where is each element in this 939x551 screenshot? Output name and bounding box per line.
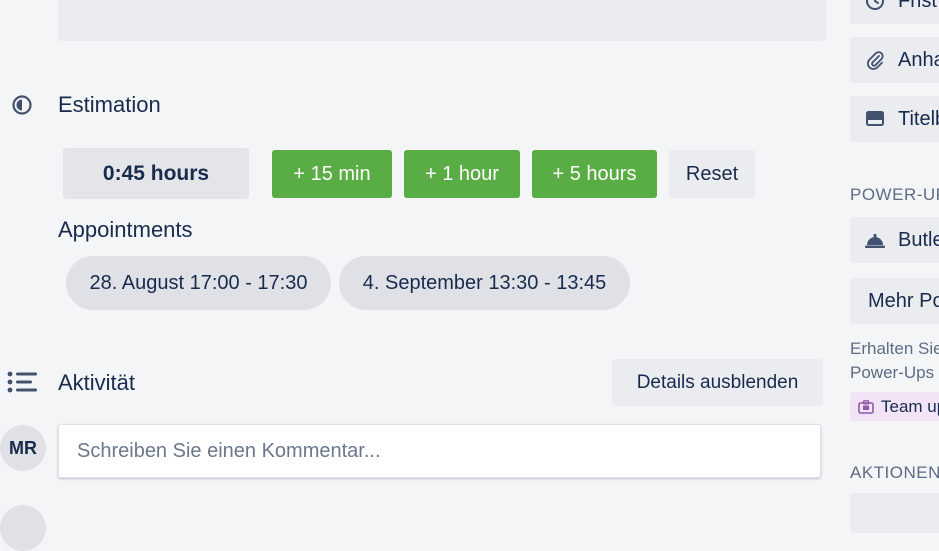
aktionen-heading: AKTIONEN	[850, 463, 939, 482]
avatar[interactable]: MR	[0, 425, 46, 471]
sidebar-item-label: Frist	[898, 0, 937, 12]
hide-details-button[interactable]: Details ausblenden	[612, 359, 823, 406]
power-ups-note: Erhalten Sie Power-Ups	[850, 337, 939, 385]
team-upgrade-badge[interactable]: Team upgrade	[850, 392, 939, 421]
reset-button[interactable]: Reset	[669, 150, 755, 198]
add-5-hours-button[interactable]: + 5 hours	[532, 150, 657, 198]
estimation-value: 0:45 hours	[63, 148, 249, 199]
sidebar-action-button[interactable]	[850, 493, 939, 533]
paperclip-icon	[864, 49, 886, 71]
power-ups-heading: POWER-UPS	[850, 185, 939, 204]
sidebar-item-label: Titelbild	[898, 107, 939, 130]
briefcase-icon	[858, 399, 874, 414]
sidebar-item-label: Butler	[898, 228, 939, 251]
power-ups-note-line: Erhalten Sie	[850, 339, 939, 358]
appointment-chip[interactable]: 4. September 13:30 - 13:45	[339, 256, 630, 310]
add-15-min-button[interactable]: + 15 min	[272, 150, 392, 198]
add-1-hour-button[interactable]: + 1 hour	[404, 150, 520, 198]
list-icon	[7, 370, 37, 394]
team-badge-label: Team upgrade	[881, 396, 939, 416]
sidebar-item-anhang[interactable]: Anhang	[850, 37, 939, 83]
description-area[interactable]	[58, 0, 826, 41]
avatar[interactable]	[0, 505, 46, 551]
more-power-ups-button[interactable]: Mehr Power-Ups	[850, 278, 939, 324]
sidebar-item-label: Anhang	[898, 48, 939, 71]
estimation-title: Estimation	[58, 92, 161, 117]
clock-icon	[864, 0, 886, 12]
butler-bell-icon	[864, 229, 886, 251]
sidebar-item-titel[interactable]: Titelbild	[850, 96, 939, 142]
appointments-title: Appointments	[58, 217, 193, 242]
card-cover-icon	[864, 108, 886, 130]
activity-title: Aktivität	[58, 370, 136, 395]
power-ups-note-line: Power-Ups	[850, 363, 935, 382]
appointment-chip[interactable]: 28. August 17:00 - 17:30	[66, 256, 331, 310]
half-circle-icon	[11, 94, 33, 116]
comment-input[interactable]	[58, 424, 821, 478]
sidebar-item-butler[interactable]: Butler	[850, 217, 939, 263]
sidebar-item-frist[interactable]: Frist	[850, 0, 939, 24]
